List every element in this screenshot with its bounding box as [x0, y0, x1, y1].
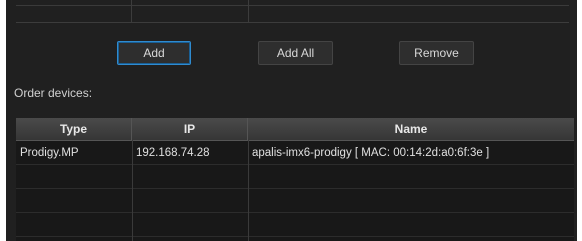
table-row[interactable] [16, 165, 574, 189]
cell-type [16, 165, 132, 188]
table-row[interactable] [16, 189, 574, 213]
remove-button[interactable]: Remove [399, 41, 474, 65]
order-devices-label: Order devices: [14, 86, 93, 100]
cell-ip [132, 189, 248, 212]
add-button[interactable]: Add [117, 41, 191, 65]
cell-name [248, 165, 574, 188]
cell-name: apalis-imx6-prodigy [ MAC: 00:14:2d:a0:6… [252, 146, 490, 159]
cell-ip [132, 213, 248, 236]
device-panel: Add Add All Remove Order devices: Type I… [6, 0, 577, 241]
column-divider [248, 140, 249, 241]
table-header: Type IP Name [16, 118, 574, 141]
cell-name [248, 213, 574, 236]
column-header-name[interactable]: Name [248, 118, 574, 140]
order-devices-table[interactable]: Type IP Name Prodigy.MP 192.168.74.28 ap… [16, 118, 574, 241]
table-row[interactable]: Prodigy.MP 192.168.74.28 apalis-imx6-pro… [16, 141, 574, 165]
cell-ip [132, 165, 248, 188]
cell-type [16, 189, 132, 212]
cell-type: Prodigy.MP [20, 146, 79, 159]
cell-ip: 192.168.74.28 [136, 146, 210, 159]
column-divider [131, 0, 132, 22]
table-row-line [16, 5, 569, 6]
column-header-ip[interactable]: IP [132, 118, 248, 140]
cell-name [248, 189, 574, 212]
cell-type [16, 213, 132, 236]
add-all-button[interactable]: Add All [258, 41, 333, 65]
column-header-type[interactable]: Type [16, 118, 132, 140]
column-divider [248, 0, 249, 22]
table-row[interactable] [16, 213, 574, 237]
available-devices-table-fragment [16, 0, 569, 23]
column-divider [132, 140, 133, 241]
